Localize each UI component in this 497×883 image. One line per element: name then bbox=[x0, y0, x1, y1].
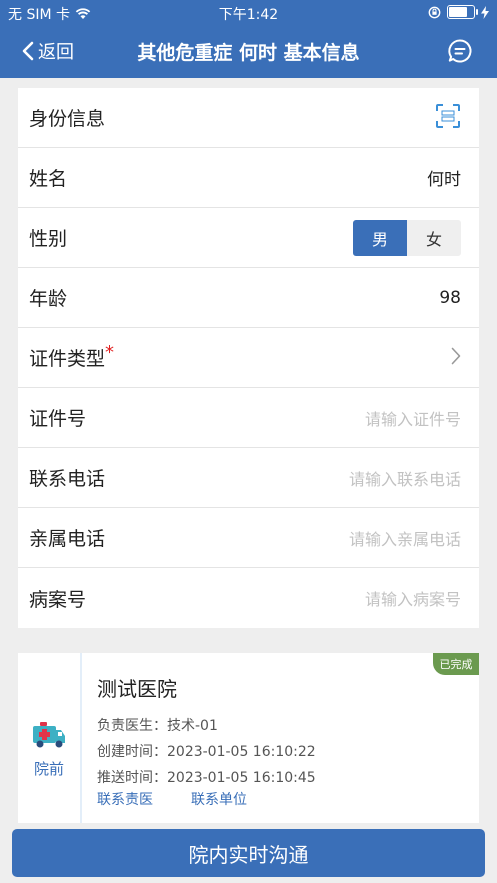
created-time: 创建时间：2023-01-05 16:10:22 bbox=[97, 744, 316, 760]
nav-bar: 返回 其他危重症 何时 基本信息 bbox=[0, 26, 497, 78]
gender-toggle: 男 女 bbox=[353, 219, 461, 256]
stage-panel: 院前 bbox=[18, 653, 82, 823]
pushed-time: 推送时间：2023-01-05 16:10:45 bbox=[97, 770, 316, 786]
status-time: 下午1:42 bbox=[218, 7, 279, 23]
record-input[interactable]: 请输入病案号 bbox=[365, 586, 461, 610]
contact-unit-link[interactable]: 联系单位 bbox=[191, 789, 247, 809]
back-button[interactable]: 返回 bbox=[22, 38, 74, 64]
gender-male-option[interactable]: 男 bbox=[353, 219, 407, 256]
stage-label: 院前 bbox=[33, 760, 64, 778]
contact-doctor-link[interactable]: 联系责医 bbox=[97, 789, 153, 809]
status-badge: 已完成 bbox=[433, 653, 479, 675]
realtime-communication-button[interactable]: 院内实时沟通 bbox=[12, 829, 485, 877]
battery-icon bbox=[447, 5, 478, 19]
id-number-input[interactable]: 请输入证件号 bbox=[365, 406, 461, 430]
hospital-name: 测试医院 bbox=[97, 677, 177, 701]
family-phone-label: 亲属电话 bbox=[29, 528, 106, 550]
status-bar: 无 SIM 卡 下午1:42 bbox=[0, 0, 497, 26]
id-card-scan-icon bbox=[436, 103, 460, 128]
orientation-lock-icon bbox=[428, 6, 441, 18]
hospital-card[interactable]: 院前 测试医院 负责医生：技术-01 创建时间：2023-01-05 16:10… bbox=[18, 653, 479, 823]
age-value: 98 bbox=[439, 287, 461, 308]
id-type-label: 证件类型* bbox=[29, 342, 115, 371]
age-label: 年龄 bbox=[29, 288, 68, 310]
record-row[interactable]: 病案号 请输入病案号 bbox=[18, 568, 479, 628]
name-row[interactable]: 姓名 何时 bbox=[18, 148, 479, 208]
phone-input[interactable]: 请输入联系电话 bbox=[349, 466, 461, 490]
gender-label: 性别 bbox=[29, 228, 68, 250]
id-type-label-text: 证件类型 bbox=[29, 348, 106, 370]
name-label: 姓名 bbox=[29, 168, 68, 190]
family-phone-input[interactable]: 请输入亲属电话 bbox=[349, 526, 461, 550]
back-label: 返回 bbox=[38, 42, 74, 63]
doctor-line: 负责医生：技术-01 bbox=[97, 718, 218, 734]
gender-row: 性别 男 女 bbox=[18, 208, 479, 268]
chevron-right-icon bbox=[451, 347, 461, 369]
phone-row[interactable]: 联系电话 请输入联系电话 bbox=[18, 448, 479, 508]
record-label: 病案号 bbox=[29, 588, 87, 611]
identity-section-header: 身份信息 bbox=[18, 88, 479, 148]
chat-bubble-icon bbox=[448, 39, 472, 63]
id-scan-button[interactable] bbox=[435, 103, 461, 133]
charging-icon bbox=[481, 5, 489, 19]
name-value: 何时 bbox=[427, 170, 461, 190]
required-mark: * bbox=[105, 342, 115, 363]
phone-label: 联系电话 bbox=[29, 468, 106, 490]
chat-button[interactable] bbox=[447, 38, 473, 68]
id-type-row[interactable]: 证件类型* bbox=[18, 328, 479, 388]
id-number-label: 证件号 bbox=[29, 408, 87, 430]
family-phone-row[interactable]: 亲属电话 请输入亲属电话 bbox=[18, 508, 479, 568]
age-row[interactable]: 年龄 98 bbox=[18, 268, 479, 328]
contact-links: 联系责医 联系单位 bbox=[97, 789, 247, 809]
ambulance-icon bbox=[33, 722, 65, 748]
gender-female-option[interactable]: 女 bbox=[407, 219, 461, 256]
page-title: 其他危重症 何时 基本信息 bbox=[137, 42, 360, 64]
identity-form: 身份信息 姓名 何时 性别 男 女 年龄 98 证件类型* 证件号 请输入证件号… bbox=[18, 88, 479, 628]
id-number-row[interactable]: 证件号 请输入证件号 bbox=[18, 388, 479, 448]
section-title: 身份信息 bbox=[29, 108, 106, 130]
chevron-left-icon bbox=[22, 41, 34, 61]
